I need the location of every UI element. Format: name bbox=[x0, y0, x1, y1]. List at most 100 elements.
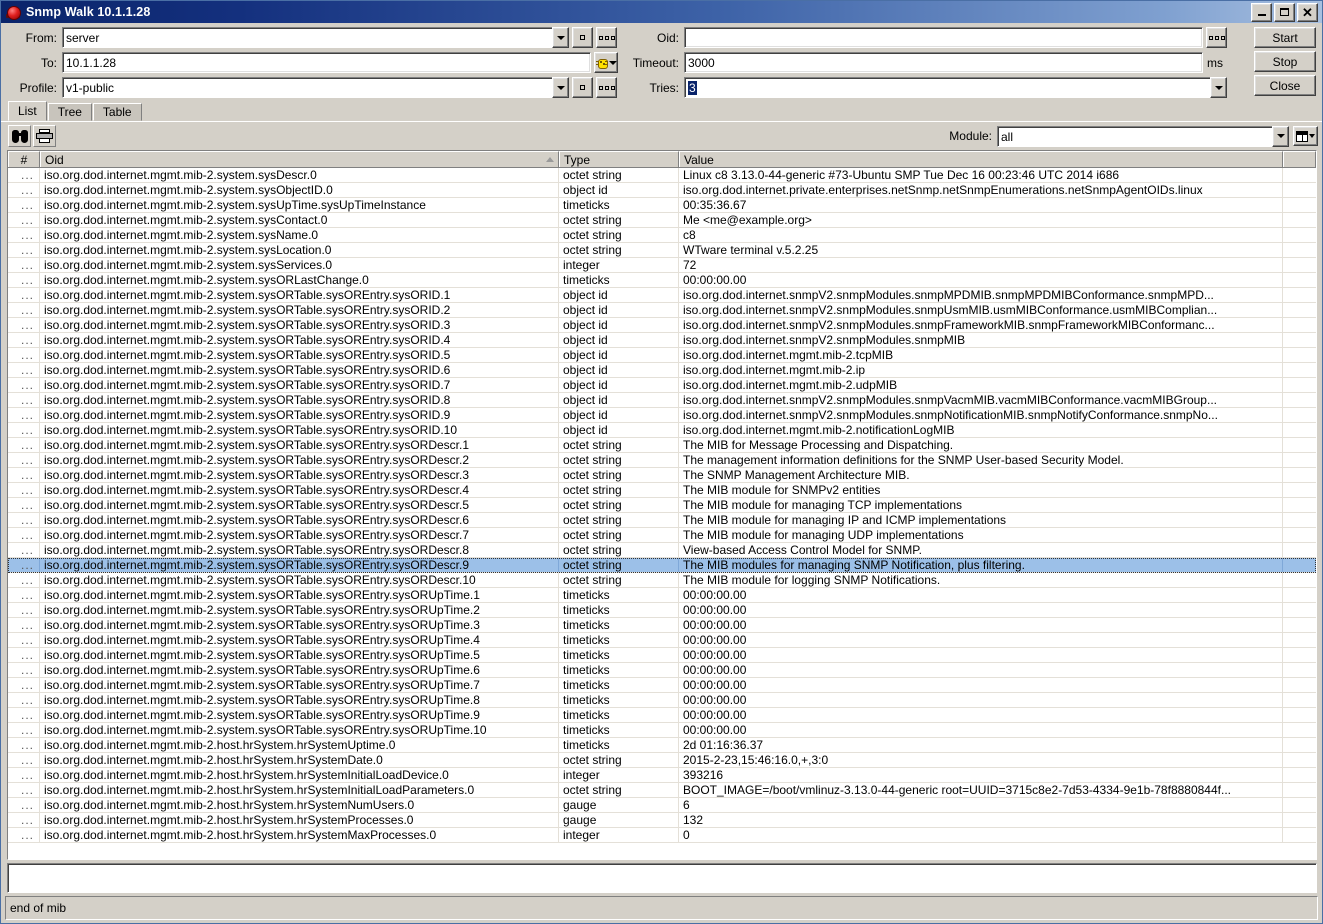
table-row[interactable]: ...iso.org.dod.internet.mgmt.mib-2.syste… bbox=[8, 723, 1316, 738]
table-row[interactable]: ...iso.org.dod.internet.mgmt.mib-2.syste… bbox=[8, 573, 1316, 588]
square-icon bbox=[580, 35, 585, 40]
cell-extra bbox=[1283, 333, 1316, 347]
table-row[interactable]: ...iso.org.dod.internet.mgmt.mib-2.syste… bbox=[8, 228, 1316, 243]
to-label: To: bbox=[7, 56, 62, 70]
table-row[interactable]: ...iso.org.dod.internet.mgmt.mib-2.syste… bbox=[8, 468, 1316, 483]
table-row[interactable]: ...iso.org.dod.internet.mgmt.mib-2.syste… bbox=[8, 543, 1316, 558]
stop-button[interactable]: Stop bbox=[1254, 51, 1316, 72]
table-row[interactable]: ...iso.org.dod.internet.mgmt.mib-2.syste… bbox=[8, 558, 1316, 573]
minimize-button[interactable] bbox=[1251, 3, 1272, 22]
profile-browse-button[interactable] bbox=[596, 77, 617, 98]
table-row[interactable]: ...iso.org.dod.internet.mgmt.mib-2.syste… bbox=[8, 363, 1316, 378]
oid-browse-button[interactable] bbox=[1206, 27, 1227, 48]
cell-extra bbox=[1283, 363, 1316, 377]
tab-list[interactable]: List bbox=[8, 101, 47, 121]
table-row[interactable]: ...iso.org.dod.internet.mgmt.mib-2.syste… bbox=[8, 498, 1316, 513]
title-bar[interactable]: Snmp Walk 10.1.1.28 ✕ bbox=[1, 1, 1322, 23]
tries-combo[interactable]: 3 bbox=[684, 77, 1227, 98]
table-row[interactable]: ...iso.org.dod.internet.mgmt.mib-2.syste… bbox=[8, 693, 1316, 708]
table-row[interactable]: ...iso.org.dod.internet.mgmt.mib-2.host.… bbox=[8, 798, 1316, 813]
cell-extra bbox=[1283, 813, 1316, 827]
table-row[interactable]: ...iso.org.dod.internet.mgmt.mib-2.syste… bbox=[8, 453, 1316, 468]
module-input[interactable]: all bbox=[997, 126, 1272, 147]
to-scan-button[interactable] bbox=[594, 52, 618, 73]
table-row[interactable]: ...iso.org.dod.internet.mgmt.mib-2.syste… bbox=[8, 513, 1316, 528]
table-row[interactable]: ...iso.org.dod.internet.mgmt.mib-2.syste… bbox=[8, 633, 1316, 648]
table-row[interactable]: ...iso.org.dod.internet.mgmt.mib-2.syste… bbox=[8, 243, 1316, 258]
table-row[interactable]: ...iso.org.dod.internet.mgmt.mib-2.host.… bbox=[8, 783, 1316, 798]
timeout-input[interactable]: 3000 bbox=[684, 52, 1203, 73]
to-input[interactable]: 10.1.1.28 bbox=[62, 52, 591, 73]
cell-value: The MIB module for managing TCP implemen… bbox=[679, 498, 1283, 512]
table-row[interactable]: ...iso.org.dod.internet.mgmt.mib-2.syste… bbox=[8, 528, 1316, 543]
module-dropdown-button[interactable] bbox=[1272, 126, 1289, 147]
profile-input[interactable]: v1-public bbox=[62, 77, 552, 98]
table-row[interactable]: ...iso.org.dod.internet.mgmt.mib-2.host.… bbox=[8, 813, 1316, 828]
profile-small-button[interactable] bbox=[572, 77, 593, 98]
cell-number: ... bbox=[8, 348, 40, 362]
from-input[interactable]: server bbox=[62, 27, 552, 48]
column-header-type[interactable]: Type bbox=[559, 151, 679, 167]
column-header-oid[interactable]: Oid bbox=[40, 151, 559, 167]
table-row[interactable]: ...iso.org.dod.internet.mgmt.mib-2.syste… bbox=[8, 333, 1316, 348]
table-row[interactable]: ...iso.org.dod.internet.mgmt.mib-2.syste… bbox=[8, 258, 1316, 273]
cell-type: octet string bbox=[559, 558, 679, 572]
chevron-down-icon bbox=[1277, 134, 1285, 138]
table-row[interactable]: ...iso.org.dod.internet.mgmt.mib-2.syste… bbox=[8, 483, 1316, 498]
table-row[interactable]: ...iso.org.dod.internet.mgmt.mib-2.syste… bbox=[8, 663, 1316, 678]
close-button[interactable]: ✕ bbox=[1297, 3, 1318, 22]
table-row[interactable]: ...iso.org.dod.internet.mgmt.mib-2.syste… bbox=[8, 393, 1316, 408]
column-settings-button[interactable] bbox=[1293, 126, 1318, 146]
table-row[interactable]: ...iso.org.dod.internet.mgmt.mib-2.syste… bbox=[8, 303, 1316, 318]
table-row[interactable]: ...iso.org.dod.internet.mgmt.mib-2.syste… bbox=[8, 168, 1316, 183]
maximize-button[interactable] bbox=[1274, 3, 1295, 22]
cell-oid: iso.org.dod.internet.mgmt.mib-2.system.s… bbox=[40, 243, 559, 257]
from-combo[interactable]: server bbox=[62, 27, 569, 48]
table-row[interactable]: ...iso.org.dod.internet.mgmt.mib-2.syste… bbox=[8, 438, 1316, 453]
module-combo[interactable]: all bbox=[997, 126, 1289, 147]
tab-table[interactable]: Table bbox=[93, 103, 142, 121]
table-row[interactable]: ...iso.org.dod.internet.mgmt.mib-2.host.… bbox=[8, 738, 1316, 753]
from-dropdown-button[interactable] bbox=[552, 27, 569, 48]
from-small-button[interactable] bbox=[572, 27, 593, 48]
table-row[interactable]: ...iso.org.dod.internet.mgmt.mib-2.syste… bbox=[8, 183, 1316, 198]
close-action-button[interactable]: Close bbox=[1254, 75, 1316, 96]
table-row[interactable]: ...iso.org.dod.internet.mgmt.mib-2.syste… bbox=[8, 273, 1316, 288]
table-row[interactable]: ...iso.org.dod.internet.mgmt.mib-2.syste… bbox=[8, 288, 1316, 303]
table-row[interactable]: ...iso.org.dod.internet.mgmt.mib-2.syste… bbox=[8, 603, 1316, 618]
oid-input[interactable] bbox=[684, 27, 1203, 48]
column-header-number[interactable]: # bbox=[8, 151, 40, 167]
column-header-extra[interactable] bbox=[1283, 151, 1316, 167]
table-row[interactable]: ...iso.org.dod.internet.mgmt.mib-2.syste… bbox=[8, 648, 1316, 663]
table-row[interactable]: ...iso.org.dod.internet.mgmt.mib-2.syste… bbox=[8, 213, 1316, 228]
table-row[interactable]: ...iso.org.dod.internet.mgmt.mib-2.syste… bbox=[8, 618, 1316, 633]
table-row[interactable]: ...iso.org.dod.internet.mgmt.mib-2.host.… bbox=[8, 753, 1316, 768]
start-button[interactable]: Start bbox=[1254, 27, 1316, 48]
tab-tree[interactable]: Tree bbox=[48, 103, 92, 121]
chevron-down-icon bbox=[557, 86, 565, 90]
find-button[interactable] bbox=[8, 125, 31, 147]
profile-dropdown-button[interactable] bbox=[552, 77, 569, 98]
profile-combo[interactable]: v1-public bbox=[62, 77, 569, 98]
cell-oid: iso.org.dod.internet.mgmt.mib-2.system.s… bbox=[40, 198, 559, 212]
table-row[interactable]: ...iso.org.dod.internet.mgmt.mib-2.syste… bbox=[8, 348, 1316, 363]
table-row[interactable]: ...iso.org.dod.internet.mgmt.mib-2.syste… bbox=[8, 708, 1316, 723]
table-row[interactable]: ...iso.org.dod.internet.mgmt.mib-2.syste… bbox=[8, 318, 1316, 333]
table-row[interactable]: ...iso.org.dod.internet.mgmt.mib-2.syste… bbox=[8, 423, 1316, 438]
table-row[interactable]: ...iso.org.dod.internet.mgmt.mib-2.syste… bbox=[8, 678, 1316, 693]
from-browse-button[interactable] bbox=[596, 27, 617, 48]
cell-value: Linux c8 3.13.0-44-generic #73-Ubuntu SM… bbox=[679, 168, 1283, 182]
table-row[interactable]: ...iso.org.dod.internet.mgmt.mib-2.host.… bbox=[8, 768, 1316, 783]
tries-input[interactable]: 3 bbox=[684, 77, 1210, 98]
table-row[interactable]: ...iso.org.dod.internet.mgmt.mib-2.syste… bbox=[8, 378, 1316, 393]
table-row[interactable]: ...iso.org.dod.internet.mgmt.mib-2.syste… bbox=[8, 588, 1316, 603]
snmp-walk-window: Snmp Walk 10.1.1.28 ✕ From: server To: 1… bbox=[0, 0, 1323, 924]
column-header-value[interactable]: Value bbox=[679, 151, 1283, 167]
cell-oid: iso.org.dod.internet.mgmt.mib-2.system.s… bbox=[40, 603, 559, 617]
table-row[interactable]: ...iso.org.dod.internet.mgmt.mib-2.syste… bbox=[8, 198, 1316, 213]
print-button[interactable] bbox=[33, 125, 56, 147]
tries-dropdown-button[interactable] bbox=[1210, 77, 1227, 98]
table-row[interactable]: ...iso.org.dod.internet.mgmt.mib-2.syste… bbox=[8, 408, 1316, 423]
table-row[interactable]: ...iso.org.dod.internet.mgmt.mib-2.host.… bbox=[8, 828, 1316, 843]
cell-value: iso.org.dod.internet.mgmt.mib-2.notifica… bbox=[679, 423, 1283, 437]
